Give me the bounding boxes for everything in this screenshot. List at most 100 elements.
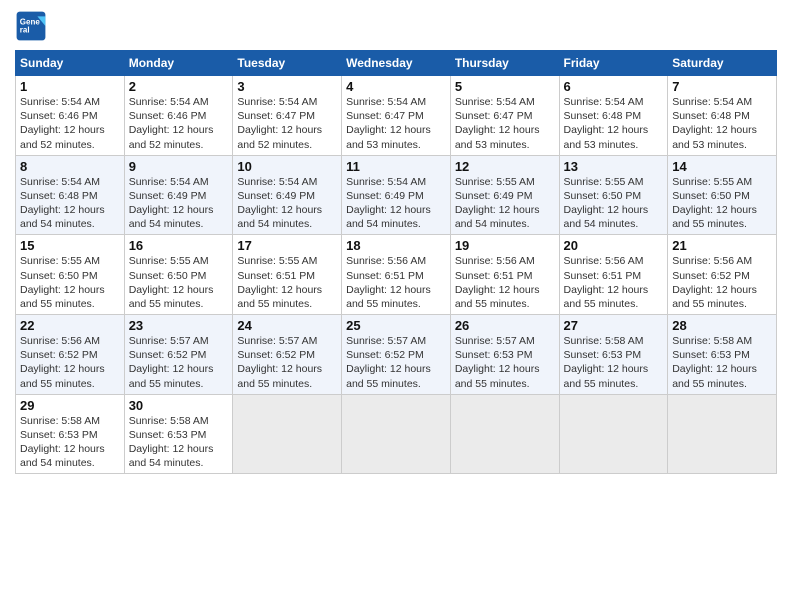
week-row-1: 8 Sunrise: 5:54 AM Sunset: 6:48 PM Dayli… xyxy=(16,155,777,235)
day-cell-4: 4 Sunrise: 5:54 AM Sunset: 6:47 PM Dayli… xyxy=(342,76,451,156)
day-info-24: Sunrise: 5:57 AM Sunset: 6:52 PM Dayligh… xyxy=(237,334,337,391)
day-number-30: 30 xyxy=(129,398,229,413)
page-header: Gene ral xyxy=(15,10,777,42)
day-number-21: 21 xyxy=(672,238,772,253)
empty-cell xyxy=(559,394,668,474)
day-info-25: Sunrise: 5:57 AM Sunset: 6:52 PM Dayligh… xyxy=(346,334,446,391)
header-friday: Friday xyxy=(559,51,668,76)
day-cell-17: 17 Sunrise: 5:55 AM Sunset: 6:51 PM Dayl… xyxy=(233,235,342,315)
empty-cell xyxy=(668,394,777,474)
day-cell-9: 9 Sunrise: 5:54 AM Sunset: 6:49 PM Dayli… xyxy=(124,155,233,235)
day-cell-6: 6 Sunrise: 5:54 AM Sunset: 6:48 PM Dayli… xyxy=(559,76,668,156)
empty-cell xyxy=(342,394,451,474)
day-info-8: Sunrise: 5:54 AM Sunset: 6:48 PM Dayligh… xyxy=(20,175,120,232)
day-info-22: Sunrise: 5:56 AM Sunset: 6:52 PM Dayligh… xyxy=(20,334,120,391)
day-info-28: Sunrise: 5:58 AM Sunset: 6:53 PM Dayligh… xyxy=(672,334,772,391)
day-cell-27: 27 Sunrise: 5:58 AM Sunset: 6:53 PM Dayl… xyxy=(559,315,668,395)
day-cell-22: 22 Sunrise: 5:56 AM Sunset: 6:52 PM Dayl… xyxy=(16,315,125,395)
empty-cell xyxy=(450,394,559,474)
day-cell-18: 18 Sunrise: 5:56 AM Sunset: 6:51 PM Dayl… xyxy=(342,235,451,315)
day-cell-23: 23 Sunrise: 5:57 AM Sunset: 6:52 PM Dayl… xyxy=(124,315,233,395)
day-number-13: 13 xyxy=(564,159,664,174)
day-info-18: Sunrise: 5:56 AM Sunset: 6:51 PM Dayligh… xyxy=(346,254,446,311)
svg-text:ral: ral xyxy=(20,25,30,34)
day-number-24: 24 xyxy=(237,318,337,333)
day-number-26: 26 xyxy=(455,318,555,333)
day-number-12: 12 xyxy=(455,159,555,174)
day-info-14: Sunrise: 5:55 AM Sunset: 6:50 PM Dayligh… xyxy=(672,175,772,232)
day-info-19: Sunrise: 5:56 AM Sunset: 6:51 PM Dayligh… xyxy=(455,254,555,311)
day-info-10: Sunrise: 5:54 AM Sunset: 6:49 PM Dayligh… xyxy=(237,175,337,232)
day-cell-11: 11 Sunrise: 5:54 AM Sunset: 6:49 PM Dayl… xyxy=(342,155,451,235)
calendar-table: Sunday Monday Tuesday Wednesday Thursday… xyxy=(15,50,777,474)
day-info-9: Sunrise: 5:54 AM Sunset: 6:49 PM Dayligh… xyxy=(129,175,229,232)
day-info-23: Sunrise: 5:57 AM Sunset: 6:52 PM Dayligh… xyxy=(129,334,229,391)
day-number-17: 17 xyxy=(237,238,337,253)
day-cell-16: 16 Sunrise: 5:55 AM Sunset: 6:50 PM Dayl… xyxy=(124,235,233,315)
empty-cell xyxy=(233,394,342,474)
day-number-22: 22 xyxy=(20,318,120,333)
day-number-10: 10 xyxy=(237,159,337,174)
week-row-0: 1 Sunrise: 5:54 AM Sunset: 6:46 PM Dayli… xyxy=(16,76,777,156)
week-row-4: 29 Sunrise: 5:58 AM Sunset: 6:53 PM Dayl… xyxy=(16,394,777,474)
day-info-5: Sunrise: 5:54 AM Sunset: 6:47 PM Dayligh… xyxy=(455,95,555,152)
day-cell-24: 24 Sunrise: 5:57 AM Sunset: 6:52 PM Dayl… xyxy=(233,315,342,395)
day-number-6: 6 xyxy=(564,79,664,94)
day-info-4: Sunrise: 5:54 AM Sunset: 6:47 PM Dayligh… xyxy=(346,95,446,152)
day-number-7: 7 xyxy=(672,79,772,94)
day-info-20: Sunrise: 5:56 AM Sunset: 6:51 PM Dayligh… xyxy=(564,254,664,311)
day-number-3: 3 xyxy=(237,79,337,94)
header-sunday: Sunday xyxy=(16,51,125,76)
day-cell-1: 1 Sunrise: 5:54 AM Sunset: 6:46 PM Dayli… xyxy=(16,76,125,156)
day-info-15: Sunrise: 5:55 AM Sunset: 6:50 PM Dayligh… xyxy=(20,254,120,311)
day-cell-26: 26 Sunrise: 5:57 AM Sunset: 6:53 PM Dayl… xyxy=(450,315,559,395)
day-cell-3: 3 Sunrise: 5:54 AM Sunset: 6:47 PM Dayli… xyxy=(233,76,342,156)
week-row-3: 22 Sunrise: 5:56 AM Sunset: 6:52 PM Dayl… xyxy=(16,315,777,395)
day-cell-13: 13 Sunrise: 5:55 AM Sunset: 6:50 PM Dayl… xyxy=(559,155,668,235)
day-info-30: Sunrise: 5:58 AM Sunset: 6:53 PM Dayligh… xyxy=(129,414,229,471)
header-tuesday: Tuesday xyxy=(233,51,342,76)
day-info-29: Sunrise: 5:58 AM Sunset: 6:53 PM Dayligh… xyxy=(20,414,120,471)
day-number-11: 11 xyxy=(346,159,446,174)
day-number-14: 14 xyxy=(672,159,772,174)
day-cell-19: 19 Sunrise: 5:56 AM Sunset: 6:51 PM Dayl… xyxy=(450,235,559,315)
day-number-2: 2 xyxy=(129,79,229,94)
header-thursday: Thursday xyxy=(450,51,559,76)
week-row-2: 15 Sunrise: 5:55 AM Sunset: 6:50 PM Dayl… xyxy=(16,235,777,315)
day-number-9: 9 xyxy=(129,159,229,174)
day-cell-14: 14 Sunrise: 5:55 AM Sunset: 6:50 PM Dayl… xyxy=(668,155,777,235)
day-cell-20: 20 Sunrise: 5:56 AM Sunset: 6:51 PM Dayl… xyxy=(559,235,668,315)
day-number-29: 29 xyxy=(20,398,120,413)
header-saturday: Saturday xyxy=(668,51,777,76)
day-number-27: 27 xyxy=(564,318,664,333)
day-info-27: Sunrise: 5:58 AM Sunset: 6:53 PM Dayligh… xyxy=(564,334,664,391)
day-cell-29: 29 Sunrise: 5:58 AM Sunset: 6:53 PM Dayl… xyxy=(16,394,125,474)
day-number-28: 28 xyxy=(672,318,772,333)
day-info-17: Sunrise: 5:55 AM Sunset: 6:51 PM Dayligh… xyxy=(237,254,337,311)
day-number-18: 18 xyxy=(346,238,446,253)
day-cell-2: 2 Sunrise: 5:54 AM Sunset: 6:46 PM Dayli… xyxy=(124,76,233,156)
day-cell-7: 7 Sunrise: 5:54 AM Sunset: 6:48 PM Dayli… xyxy=(668,76,777,156)
weekday-header-row: Sunday Monday Tuesday Wednesday Thursday… xyxy=(16,51,777,76)
day-cell-25: 25 Sunrise: 5:57 AM Sunset: 6:52 PM Dayl… xyxy=(342,315,451,395)
day-cell-15: 15 Sunrise: 5:55 AM Sunset: 6:50 PM Dayl… xyxy=(16,235,125,315)
day-number-19: 19 xyxy=(455,238,555,253)
day-number-4: 4 xyxy=(346,79,446,94)
day-info-12: Sunrise: 5:55 AM Sunset: 6:49 PM Dayligh… xyxy=(455,175,555,232)
day-cell-30: 30 Sunrise: 5:58 AM Sunset: 6:53 PM Dayl… xyxy=(124,394,233,474)
day-number-25: 25 xyxy=(346,318,446,333)
day-info-11: Sunrise: 5:54 AM Sunset: 6:49 PM Dayligh… xyxy=(346,175,446,232)
day-info-21: Sunrise: 5:56 AM Sunset: 6:52 PM Dayligh… xyxy=(672,254,772,311)
day-number-1: 1 xyxy=(20,79,120,94)
day-cell-5: 5 Sunrise: 5:54 AM Sunset: 6:47 PM Dayli… xyxy=(450,76,559,156)
day-number-20: 20 xyxy=(564,238,664,253)
day-info-1: Sunrise: 5:54 AM Sunset: 6:46 PM Dayligh… xyxy=(20,95,120,152)
day-info-7: Sunrise: 5:54 AM Sunset: 6:48 PM Dayligh… xyxy=(672,95,772,152)
header-monday: Monday xyxy=(124,51,233,76)
day-number-16: 16 xyxy=(129,238,229,253)
day-number-15: 15 xyxy=(20,238,120,253)
day-info-26: Sunrise: 5:57 AM Sunset: 6:53 PM Dayligh… xyxy=(455,334,555,391)
day-number-23: 23 xyxy=(129,318,229,333)
day-number-8: 8 xyxy=(20,159,120,174)
logo: Gene ral xyxy=(15,10,51,42)
